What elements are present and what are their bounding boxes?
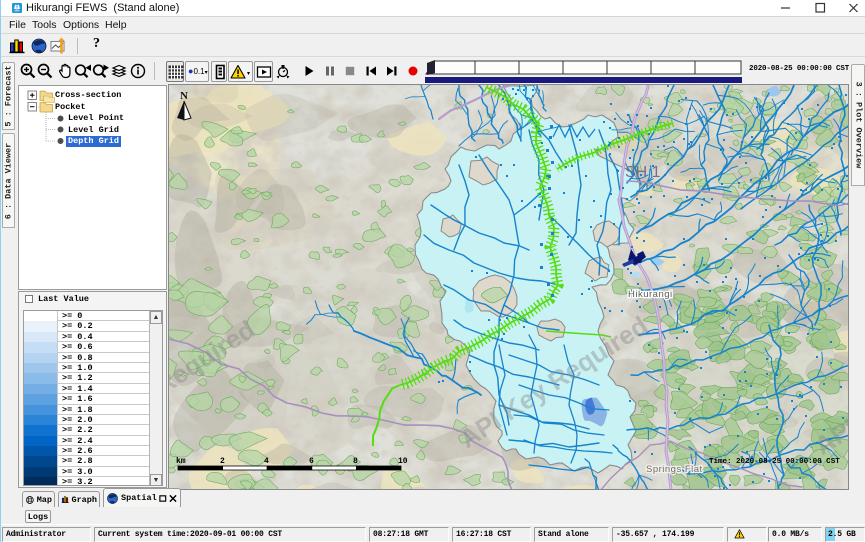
svg-text:Hikurangi: Hikurangi xyxy=(628,289,673,300)
svg-text:8: 8 xyxy=(353,457,358,466)
svg-text:6: 6 xyxy=(309,457,314,466)
svg-text:SH 1: SH 1 xyxy=(625,164,661,181)
svg-text:4: 4 xyxy=(264,457,269,466)
svg-text:2: 2 xyxy=(220,457,225,466)
svg-text:10: 10 xyxy=(398,457,408,466)
svg-text:km: km xyxy=(176,457,186,466)
svg-text:Time: 2020-08-25 00:00:00 CST: Time: 2020-08-25 00:00:00 CST xyxy=(709,458,840,466)
svg-text:N: N xyxy=(180,90,188,102)
svg-text:Springs Flat: Springs Flat xyxy=(646,464,703,475)
